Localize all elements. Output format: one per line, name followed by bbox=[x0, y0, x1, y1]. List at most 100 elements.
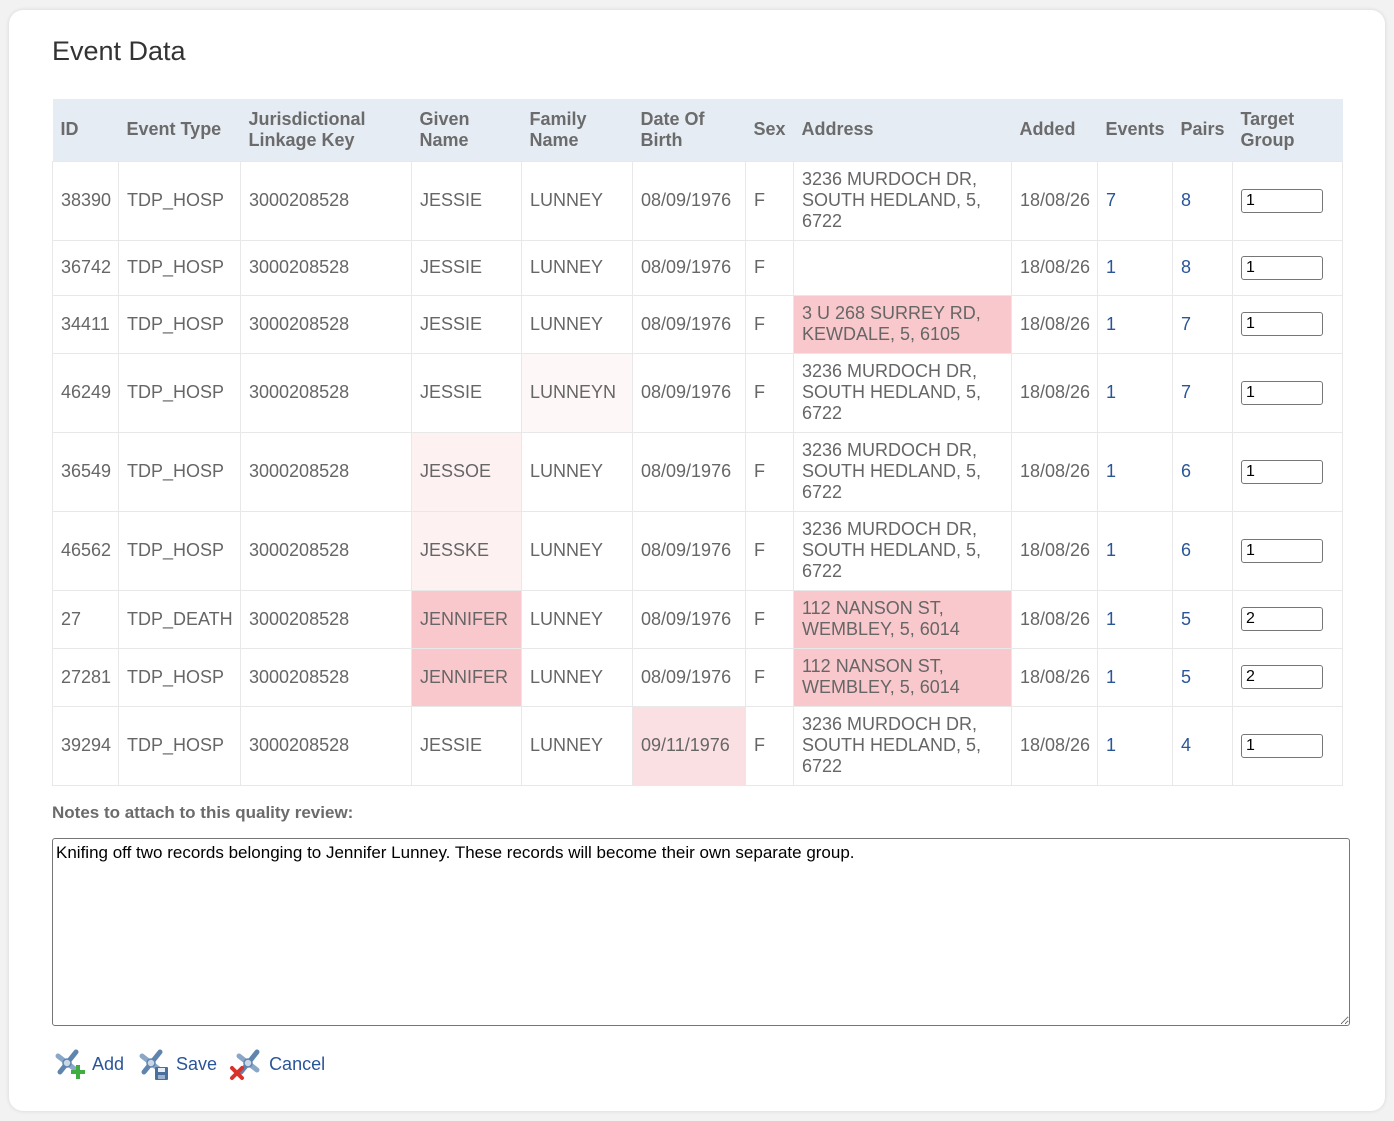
cell-address: 112 NANSON ST, WEMBLEY, 5, 6014 bbox=[793, 647, 1012, 707]
column-header-address: Address bbox=[793, 99, 1012, 161]
cell-target-group bbox=[1232, 294, 1343, 354]
action-bar: Add Save Cancel bbox=[52, 1046, 337, 1082]
cell-linkage-key: 3000208528 bbox=[240, 294, 412, 354]
column-header-linkage-key: Jurisdictional Linkage Key bbox=[240, 99, 412, 161]
table-row: 39294 TDP_HOSP 3000208528 JESSIE LUNNEY … bbox=[52, 705, 1343, 786]
target-group-input[interactable] bbox=[1241, 459, 1323, 484]
cell-address bbox=[793, 239, 1012, 296]
cell-family-name: LUNNEY bbox=[521, 510, 633, 591]
cell-added: 18/08/26 bbox=[1011, 294, 1098, 354]
cell-events-link[interactable]: 1 bbox=[1097, 294, 1173, 354]
cell-dob: 09/11/1976 bbox=[632, 705, 746, 786]
cell-id: 34411 bbox=[52, 294, 119, 354]
cell-events-link[interactable]: 1 bbox=[1097, 647, 1173, 707]
cell-dob: 08/09/1976 bbox=[632, 239, 746, 296]
target-group-input[interactable] bbox=[1241, 665, 1323, 689]
cell-family-name: LUNNEY bbox=[521, 647, 633, 707]
cell-id: 27281 bbox=[52, 647, 119, 707]
cell-event-type: TDP_HOSP bbox=[118, 510, 241, 591]
cell-given-name: JENNIFER bbox=[411, 589, 522, 649]
cell-family-name: LUNNEY bbox=[521, 160, 633, 241]
save-button[interactable]: Save bbox=[136, 1046, 217, 1082]
cell-given-name: JESSIE bbox=[411, 160, 522, 241]
cell-address: 3236 MURDOCH DR, SOUTH HEDLAND, 5, 6722 bbox=[793, 352, 1012, 433]
cell-events-link[interactable]: 1 bbox=[1097, 589, 1173, 649]
cell-event-type: TDP_HOSP bbox=[118, 647, 241, 707]
cell-pairs-link[interactable]: 6 bbox=[1172, 431, 1233, 512]
notes-label: Notes to attach to this quality review: bbox=[52, 803, 354, 822]
cell-given-name: JESSIE bbox=[411, 239, 522, 296]
cell-family-name: LUNNEY bbox=[521, 239, 633, 296]
cell-linkage-key: 3000208528 bbox=[240, 510, 412, 591]
cell-added: 18/08/26 bbox=[1011, 160, 1098, 241]
cell-events-link[interactable]: 1 bbox=[1097, 239, 1173, 296]
cell-pairs-link[interactable]: 7 bbox=[1172, 294, 1233, 354]
target-group-input[interactable] bbox=[1241, 538, 1323, 563]
cell-target-group bbox=[1232, 431, 1343, 512]
add-label: Add bbox=[92, 1053, 125, 1074]
cell-added: 18/08/26 bbox=[1011, 510, 1098, 591]
target-group-input[interactable] bbox=[1241, 255, 1323, 280]
target-group-input[interactable] bbox=[1241, 312, 1323, 336]
column-header-given-name: Given Name bbox=[411, 99, 522, 161]
column-header-events: Events bbox=[1097, 99, 1173, 161]
column-header-target-group: Target Group bbox=[1232, 99, 1343, 161]
cell-given-name: JESSKE bbox=[411, 510, 522, 591]
table-header-row: ID Event Type Jurisdictional Linkage Key… bbox=[52, 99, 1343, 161]
column-header-pairs: Pairs bbox=[1172, 99, 1233, 161]
cell-pairs-link[interactable]: 7 bbox=[1172, 352, 1233, 433]
cell-pairs-link[interactable]: 5 bbox=[1172, 647, 1233, 707]
cell-address: 3236 MURDOCH DR, SOUTH HEDLAND, 5, 6722 bbox=[793, 431, 1012, 512]
cell-pairs-link[interactable]: 8 bbox=[1172, 160, 1233, 241]
column-header-sex: Sex bbox=[745, 99, 794, 161]
cell-address: 3236 MURDOCH DR, SOUTH HEDLAND, 5, 6722 bbox=[793, 510, 1012, 591]
table-row: 36742 TDP_HOSP 3000208528 JESSIE LUNNEY … bbox=[52, 239, 1343, 296]
cell-events-link[interactable]: 1 bbox=[1097, 705, 1173, 786]
cell-id: 36742 bbox=[52, 239, 119, 296]
cell-family-name: LUNNEYN bbox=[521, 352, 633, 433]
cell-target-group bbox=[1232, 705, 1343, 786]
page-title: Event Data bbox=[52, 36, 186, 66]
cell-id: 27 bbox=[52, 589, 119, 649]
column-header-event-type: Event Type bbox=[118, 99, 241, 161]
column-header-dob: Date Of Birth bbox=[632, 99, 746, 161]
cell-linkage-key: 3000208528 bbox=[240, 160, 412, 241]
target-group-input[interactable] bbox=[1241, 380, 1323, 405]
cell-address: 3 U 268 SURREY RD, KEWDALE, 5, 6105 bbox=[793, 294, 1012, 354]
cell-linkage-key: 3000208528 bbox=[240, 352, 412, 433]
target-group-input[interactable] bbox=[1241, 188, 1323, 213]
cell-pairs-link[interactable]: 4 bbox=[1172, 705, 1233, 786]
cell-linkage-key: 3000208528 bbox=[240, 705, 412, 786]
cell-sex: F bbox=[745, 589, 794, 649]
target-group-input[interactable] bbox=[1241, 607, 1323, 631]
table-row: 27281 TDP_HOSP 3000208528 JENNIFER LUNNE… bbox=[52, 647, 1343, 707]
event-data-panel: Event Data ID Event Type Jurisdictional … bbox=[9, 10, 1385, 1111]
cell-linkage-key: 3000208528 bbox=[240, 647, 412, 707]
column-header-added: Added bbox=[1011, 99, 1098, 161]
cell-target-group bbox=[1232, 510, 1343, 591]
cell-events-link[interactable]: 1 bbox=[1097, 510, 1173, 591]
cell-pairs-link[interactable]: 5 bbox=[1172, 589, 1233, 649]
save-icon bbox=[139, 1049, 169, 1080]
cell-event-type: TDP_HOSP bbox=[118, 160, 241, 241]
cell-target-group bbox=[1232, 160, 1343, 241]
column-header-id: ID bbox=[52, 99, 119, 161]
add-button[interactable]: Add bbox=[52, 1046, 124, 1082]
cell-pairs-link[interactable]: 6 bbox=[1172, 510, 1233, 591]
cell-id: 46562 bbox=[52, 510, 119, 591]
cancel-button[interactable]: Cancel bbox=[229, 1046, 325, 1082]
cell-added: 18/08/26 bbox=[1011, 239, 1098, 296]
cell-dob: 08/09/1976 bbox=[632, 352, 746, 433]
cell-events-link[interactable]: 1 bbox=[1097, 431, 1173, 512]
cell-events-link[interactable]: 7 bbox=[1097, 160, 1173, 241]
cell-target-group bbox=[1232, 589, 1343, 649]
cell-sex: F bbox=[745, 705, 794, 786]
cell-pairs-link[interactable]: 8 bbox=[1172, 239, 1233, 296]
cell-events-link[interactable]: 1 bbox=[1097, 352, 1173, 433]
cell-added: 18/08/26 bbox=[1011, 647, 1098, 707]
target-group-input[interactable] bbox=[1241, 733, 1323, 758]
add-icon bbox=[55, 1049, 85, 1079]
notes-textarea[interactable]: Knifing off two records belonging to Jen… bbox=[52, 838, 1350, 1026]
save-label: Save bbox=[176, 1053, 218, 1074]
cell-id: 38390 bbox=[52, 160, 119, 241]
